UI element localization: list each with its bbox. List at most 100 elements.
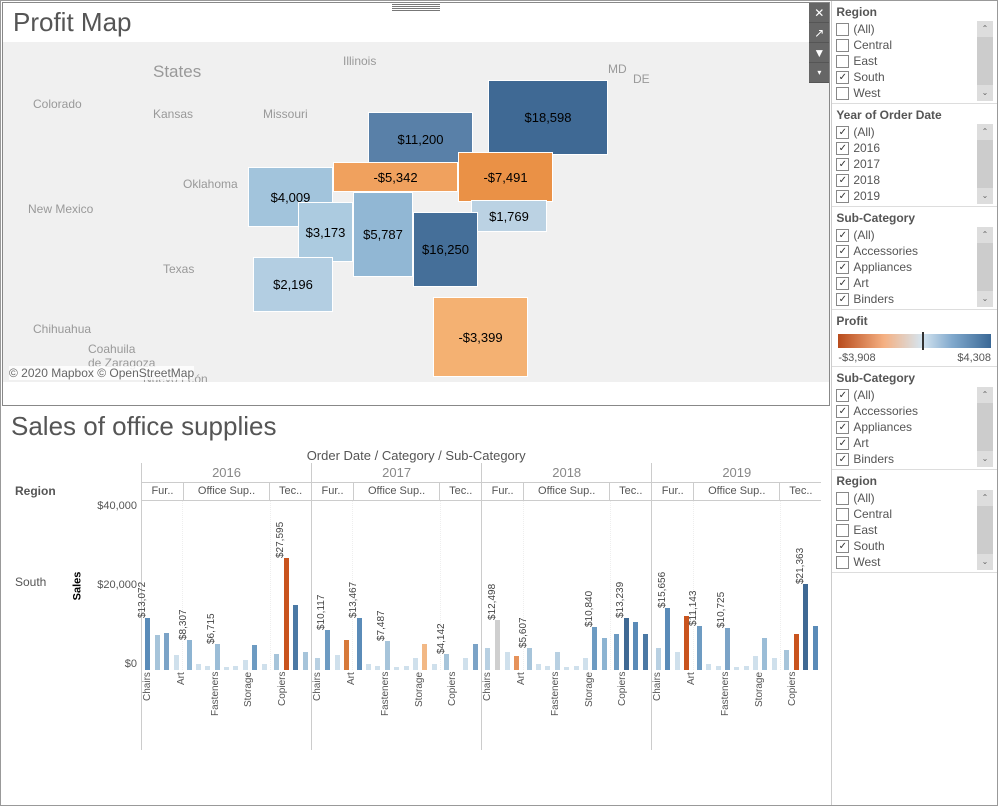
scroll-up-icon[interactable]: ⌃ [977, 21, 993, 37]
bar-mark[interactable] [633, 622, 638, 670]
bar-mark[interactable] [794, 634, 799, 670]
scroll-up-icon[interactable]: ⌃ [977, 387, 993, 403]
scroll-down-icon[interactable]: ⌄ [977, 85, 993, 101]
checkbox-icon[interactable] [836, 492, 849, 505]
filter-item[interactable]: Central [836, 506, 977, 522]
bar-mark[interactable] [422, 644, 427, 670]
checkbox-icon[interactable] [836, 524, 849, 537]
scrollbar-thumb[interactable] [977, 506, 993, 554]
bar-mark[interactable] [505, 652, 510, 670]
bar-mark[interactable] [303, 652, 308, 670]
bar-mark[interactable]: $8,307 [187, 640, 192, 670]
filter-item[interactable]: Central [836, 37, 977, 53]
bar-mark[interactable]: $11,143 [697, 626, 702, 670]
filter-item[interactable]: Binders [836, 291, 977, 307]
state-mark[interactable]: -$3,399 [433, 297, 528, 377]
filter-item[interactable]: (All) [836, 490, 977, 506]
checkbox-icon[interactable] [836, 87, 849, 100]
state-mark[interactable]: -$5,342 [333, 162, 458, 192]
bar-mark[interactable] [583, 658, 588, 670]
checkbox-icon[interactable] [836, 453, 849, 466]
bar-mark[interactable] [813, 626, 818, 670]
bar-mark[interactable]: $6,715 [215, 644, 220, 670]
scrollbar-thumb[interactable] [977, 243, 993, 291]
checkbox-icon[interactable] [836, 23, 849, 36]
state-mark[interactable]: $3,173 [298, 202, 353, 262]
filter-item[interactable]: Accessories [836, 243, 977, 259]
bar-mark[interactable] [656, 648, 661, 670]
scroll-down-icon[interactable]: ⌄ [977, 451, 993, 467]
filter-item[interactable]: (All) [836, 227, 977, 243]
state-mark[interactable]: $2,196 [253, 257, 333, 312]
bar-mark[interactable]: $10,117 [325, 630, 330, 670]
checkbox-icon[interactable] [836, 142, 849, 155]
bar-mark[interactable]: $15,656 [665, 608, 670, 670]
bar-mark[interactable] [344, 640, 349, 670]
filter-item[interactable]: 2019 [836, 188, 977, 204]
checkbox-icon[interactable] [836, 389, 849, 402]
bar-mark[interactable] [164, 633, 169, 670]
filter-item[interactable]: East [836, 522, 977, 538]
filter-item[interactable]: South [836, 538, 977, 554]
bar-mark[interactable] [252, 645, 257, 670]
bar-mark[interactable]: $5,607 [527, 648, 532, 670]
bar-mark[interactable] [335, 655, 340, 670]
bar-mark[interactable] [155, 635, 160, 670]
checkbox-icon[interactable] [836, 261, 849, 274]
scroll-down-icon[interactable]: ⌄ [977, 554, 993, 570]
scrollbar-thumb[interactable] [977, 37, 993, 85]
filter-item[interactable]: East [836, 53, 977, 69]
filter-item[interactable]: (All) [836, 124, 977, 140]
checkbox-icon[interactable] [836, 540, 849, 553]
scroll-down-icon[interactable]: ⌄ [977, 291, 993, 307]
bar-mark[interactable] [293, 605, 298, 670]
bar-mark[interactable] [614, 634, 619, 670]
more-icon[interactable]: ▾ [809, 63, 829, 83]
bar-mark[interactable] [602, 638, 607, 670]
bar-mark[interactable] [413, 658, 418, 670]
bar-mark[interactable]: $13,467 [357, 618, 362, 670]
state-mark[interactable]: $1,769 [471, 200, 547, 232]
close-icon[interactable]: ✕ [809, 3, 829, 23]
checkbox-icon[interactable] [836, 421, 849, 434]
bar-mark[interactable]: $10,725 [725, 628, 730, 670]
filter-item[interactable]: 2018 [836, 172, 977, 188]
share-icon[interactable]: ↗ [809, 23, 829, 43]
bar-mark[interactable] [784, 650, 789, 670]
checkbox-icon[interactable] [836, 190, 849, 203]
bar-mark[interactable] [762, 638, 767, 670]
filter-item[interactable]: South [836, 69, 977, 85]
bar-mark[interactable]: $13,239 [624, 618, 629, 670]
bar-mark[interactable] [473, 644, 478, 670]
scroll-down-icon[interactable]: ⌄ [977, 188, 993, 204]
drag-handle-icon[interactable] [392, 3, 440, 11]
checkbox-icon[interactable] [836, 55, 849, 68]
bar-mark[interactable] [675, 652, 680, 670]
state-mark[interactable]: $18,598 [488, 80, 608, 155]
bar-mark[interactable]: $7,487 [385, 641, 390, 670]
filter-item[interactable]: Binders [836, 451, 977, 467]
bar-mark[interactable]: $10,840 [592, 627, 597, 670]
scroll-up-icon[interactable]: ⌃ [977, 490, 993, 506]
filter-item[interactable]: Accessories [836, 403, 977, 419]
checkbox-icon[interactable] [836, 71, 849, 84]
state-mark[interactable]: $16,250 [413, 212, 478, 287]
bar-mark[interactable]: $4,142 [444, 654, 449, 670]
scroll-up-icon[interactable]: ⌃ [977, 227, 993, 243]
filter-item[interactable]: West [836, 554, 977, 570]
scrollbar-thumb[interactable] [977, 403, 993, 451]
checkbox-icon[interactable] [836, 39, 849, 52]
checkbox-icon[interactable] [836, 293, 849, 306]
checkbox-icon[interactable] [836, 508, 849, 521]
bar-mark[interactable] [643, 634, 648, 670]
bar-mark[interactable]: $12,498 [495, 620, 500, 670]
checkbox-icon[interactable] [836, 174, 849, 187]
checkbox-icon[interactable] [836, 126, 849, 139]
bar-mark[interactable] [555, 652, 560, 670]
bar-mark[interactable]: $27,595 [284, 558, 289, 670]
checkbox-icon[interactable] [836, 405, 849, 418]
filter-item[interactable]: 2017 [836, 156, 977, 172]
filter-item[interactable]: 2016 [836, 140, 977, 156]
bar-mark[interactable] [772, 658, 777, 670]
filter-item[interactable]: Appliances [836, 419, 977, 435]
